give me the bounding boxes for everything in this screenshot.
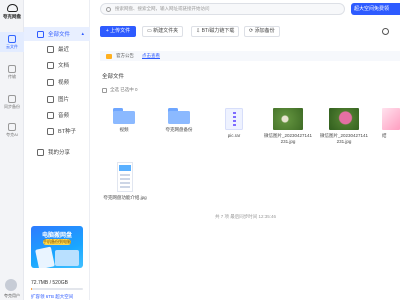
file-name: 微信图片_20230427141231.jpg [263, 133, 313, 144]
list-footer-note: 共 7 项 最后同步时间 12:35:46 [215, 214, 277, 219]
image-thumbnail [273, 108, 303, 130]
select-all-checkbox[interactable] [102, 87, 107, 93]
bt-download-button[interactable]: ⇩ BT/磁力链下载 [191, 26, 240, 37]
file-name: 结 [382, 133, 387, 138]
left-rail: 夸克网盘 云文件 传输 同步备份 夸克AI 夸克用户 [0, 0, 24, 300]
sidebar-item-bt[interactable]: BT种子 [24, 124, 90, 138]
video-icon [47, 78, 54, 86]
rail-item-transfer[interactable]: 传输 [0, 62, 24, 82]
file-item[interactable]: 夸克网盘备份 [154, 108, 204, 133]
ai-icon [8, 123, 16, 131]
file-item[interactable]: 微信图片_20230427141231.jpg [263, 108, 313, 145]
search-input[interactable]: 搜索网盘、搜索全网，输入网址或链接开始访问 [100, 3, 345, 15]
bt-icon [47, 127, 54, 135]
announcement-label: 官方公告 [116, 53, 134, 58]
image-thumbnail [117, 162, 133, 192]
sidebar-item-label: 音频 [58, 113, 70, 119]
clock-icon [47, 45, 54, 53]
add-backup-label: 添加备份 [254, 28, 275, 34]
sidebar-item-my-shares[interactable]: 我的分享 [24, 145, 90, 159]
new-folder-label: 新建文件夹 [153, 28, 179, 34]
doc-icon [47, 61, 54, 69]
expand-storage-link[interactable]: 扩容领 6TB 超大空间 [31, 294, 73, 300]
announcement-bar: 官方公告 点击查看 [100, 51, 400, 61]
upload-label: 上传文件 [110, 28, 131, 34]
selection-count: 全选 已选中 0 [110, 87, 138, 92]
image-thumbnail [329, 108, 359, 130]
sidebar-item-label: 图片 [58, 97, 70, 103]
sidebar-item-label: 我的分享 [48, 150, 71, 156]
search-placeholder: 搜索网盘、搜索全网，输入网址或链接开始访问 [115, 6, 210, 11]
select-all-row[interactable]: 全选 已选中 0 [102, 87, 138, 93]
file-item[interactable]: 视频 [99, 108, 149, 133]
sidebar: 全部文件 ▴ 最近 文档 视频 图片 音频 BT种子 我的分享 电脑搬网盘 手机… [24, 0, 90, 300]
rail-item-label: 云文件 [6, 44, 18, 49]
laptop-illustration [55, 250, 79, 266]
file-name: 夸克网盘功能介绍.jpg [103, 195, 147, 200]
free-space-button[interactable]: 超大空间免费领 [351, 3, 400, 15]
view-toggle-icon[interactable] [382, 28, 389, 35]
upload-button[interactable]: + 上传文件 [100, 26, 136, 37]
promo-title: 电脑搬网盘 [41, 233, 72, 239]
file-item[interactable]: 结 [376, 108, 400, 139]
sidebar-item-label: 视频 [58, 80, 70, 86]
folder-icon [168, 108, 190, 124]
phone-illustration [35, 246, 55, 268]
sidebar-item-recent[interactable]: 最近 [24, 42, 90, 56]
folder-icon [37, 30, 44, 38]
app-logo-text: 夸克网盘 [3, 14, 21, 19]
folder-icon [113, 108, 135, 124]
sidebar-item-audio[interactable]: 音频 [24, 108, 90, 122]
promo-subtitle: 手机备份到电脑 [43, 239, 71, 245]
rail-item-label: 夸克AI [6, 132, 18, 137]
file-name: 夸克网盘备份 [165, 127, 193, 132]
file-name: pic.rar [227, 133, 241, 138]
archive-icon [225, 108, 243, 130]
user-name: 夸克用户 [4, 293, 20, 298]
sidebar-item-label: 全部文件 [48, 32, 71, 38]
chevron-up-icon[interactable]: ▴ [81, 31, 84, 37]
search-icon [106, 6, 111, 12]
file-item[interactable]: 夸克网盘功能介绍.jpg [99, 162, 151, 201]
breadcrumb[interactable]: 全部文件 [102, 72, 124, 80]
file-name: 视频 [119, 127, 129, 132]
sidebar-item-video[interactable]: 视频 [24, 75, 90, 89]
image-icon [47, 95, 54, 103]
add-backup-button[interactable]: ⟳ 添加备份 [244, 26, 280, 37]
storage-progress-fill [31, 288, 33, 290]
cloud-files-icon [8, 35, 16, 43]
announcement-link[interactable]: 点击查看 [142, 53, 160, 59]
sidebar-item-label: 最近 [58, 47, 70, 53]
rail-item-quark-ai[interactable]: 夸克AI [0, 120, 24, 140]
storage-usage-text: 72.7MB / 520GB [31, 280, 68, 286]
file-item[interactable]: 微信图片_20230427141231.jpg [319, 108, 369, 145]
sidebar-item-label: BT种子 [58, 129, 77, 135]
rail-item-cloud-files[interactable]: 云文件 [0, 32, 24, 52]
file-name: 微信图片_20230427141231.jpg [319, 133, 369, 144]
sidebar-item-all-files[interactable]: 全部文件 ▴ [24, 27, 90, 41]
image-thumbnail [382, 108, 400, 130]
transfer-icon [8, 65, 16, 73]
promo-banner[interactable]: 电脑搬网盘 手机备份到电脑 [31, 226, 83, 268]
new-folder-button[interactable]: ▭ 新建文件夹 [142, 26, 184, 37]
rail-item-label: 同步备份 [4, 104, 20, 109]
megaphone-icon [106, 53, 112, 59]
bt-download-label: BT/磁力链下载 [201, 28, 235, 34]
share-icon [37, 148, 44, 156]
sidebar-item-label: 文档 [58, 63, 70, 69]
music-icon [47, 111, 54, 119]
sidebar-item-images[interactable]: 图片 [24, 92, 90, 106]
avatar[interactable] [5, 279, 17, 291]
rail-item-label: 传输 [8, 74, 16, 79]
sidebar-item-docs[interactable]: 文档 [24, 58, 90, 72]
file-item[interactable]: pic.rar [209, 108, 259, 139]
sync-backup-icon [8, 95, 16, 103]
app-logo[interactable]: 夸克网盘 [2, 4, 22, 20]
cloud-logo-icon [6, 4, 18, 12]
storage-progress [31, 288, 83, 290]
rail-item-sync-backup[interactable]: 同步备份 [0, 92, 24, 112]
